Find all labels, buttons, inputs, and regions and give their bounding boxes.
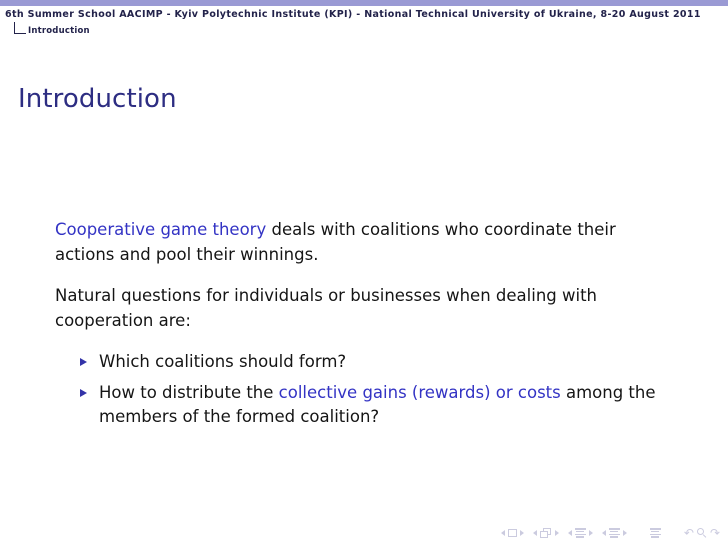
bullet-1-segment-1: Which coalitions should form? xyxy=(99,351,347,371)
beamer-navigation-symbols[interactable]: ↶ ↷ xyxy=(500,527,720,539)
triangle-left-icon[interactable] xyxy=(532,530,537,536)
bullet-2-segment-1: How to distribute the xyxy=(99,382,279,402)
go-back-icon[interactable]: ↶ xyxy=(684,527,694,539)
bullet-list: Which coalitions should form? How to dis… xyxy=(55,350,695,429)
tree-branch-icon xyxy=(14,22,26,34)
paragraph-2: Natural questions for individuals or bus… xyxy=(55,283,680,333)
highlight-cooperative-game-theory: Cooperative game theory xyxy=(55,219,267,239)
breadcrumb-section-label: Introduction xyxy=(28,26,90,36)
list-item: Which coalitions should form? xyxy=(55,350,695,374)
document-navigation-group[interactable] xyxy=(649,528,661,538)
document-lines-icon[interactable] xyxy=(649,528,661,538)
triangle-right-icon xyxy=(80,388,87,397)
triangle-right-icon[interactable] xyxy=(554,530,559,536)
slide-navigation-group[interactable] xyxy=(500,529,524,537)
slide-body: Cooperative game theory deals with coali… xyxy=(55,200,695,445)
triangle-right-icon[interactable] xyxy=(519,530,524,536)
conference-title: 6th Summer School AACIMP - Kyiv Polytech… xyxy=(5,9,701,20)
slide-header: 6th Summer School AACIMP - Kyiv Polytech… xyxy=(0,6,728,36)
triangle-left-icon[interactable] xyxy=(601,529,606,536)
frame-navigation-group[interactable] xyxy=(532,528,559,538)
triangle-right-icon[interactable] xyxy=(622,529,627,536)
section-lines-icon[interactable] xyxy=(608,528,620,538)
go-forward-icon[interactable]: ↷ xyxy=(710,527,720,539)
highlight-collective-gains: collective gains (rewards) or costs xyxy=(278,382,561,402)
triangle-left-icon[interactable] xyxy=(500,530,505,536)
section-breadcrumb[interactable]: Introduction xyxy=(0,20,728,36)
slide-square-icon[interactable] xyxy=(507,529,517,537)
list-item: How to distribute the collective gains (… xyxy=(55,381,695,429)
triangle-right-icon[interactable] xyxy=(588,529,593,536)
subsection-navigation-group[interactable] xyxy=(567,528,593,538)
paragraph-2-text: Natural questions for individuals or bus… xyxy=(55,286,598,330)
subsection-lines-icon[interactable] xyxy=(574,528,586,538)
triangle-left-icon[interactable] xyxy=(567,529,572,536)
paragraph-1: Cooperative game theory deals with coali… xyxy=(55,217,680,267)
triangle-right-icon xyxy=(80,357,87,366)
page-title: Introduction xyxy=(18,84,177,114)
frame-stack-icon[interactable] xyxy=(539,528,552,538)
search-icon[interactable] xyxy=(696,528,707,538)
history-navigation-group[interactable]: ↶ ↷ xyxy=(684,527,720,539)
bullet-1-text: Which coalitions should form? xyxy=(99,350,346,374)
section-navigation-group[interactable] xyxy=(601,528,627,538)
bullet-2-text: How to distribute the collective gains (… xyxy=(99,381,659,429)
